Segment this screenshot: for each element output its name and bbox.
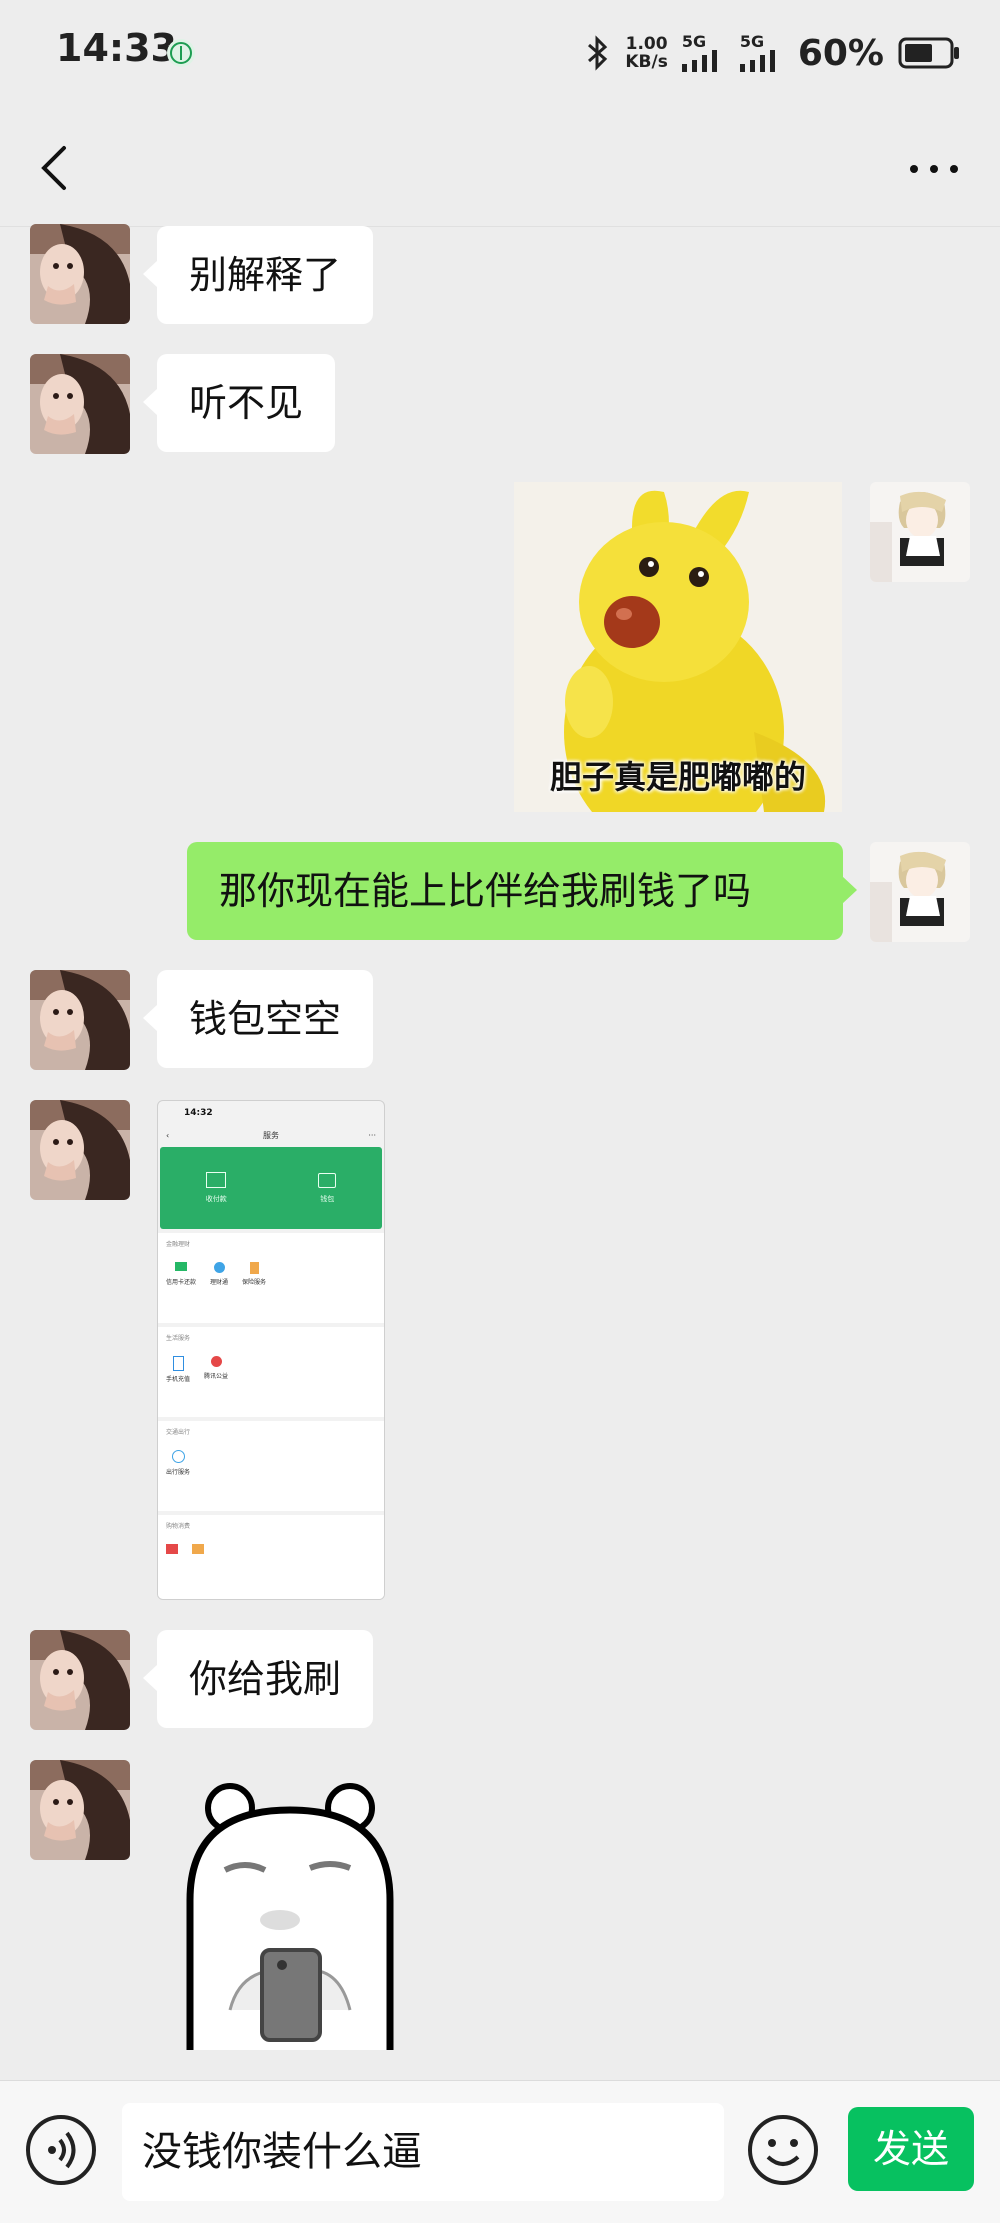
bluetooth-icon [588,35,608,71]
thumb-more-icon: ··· [368,1131,376,1140]
scan-icon [206,1172,227,1188]
chat-nav-bar [0,108,1000,227]
back-arrow-icon[interactable] [32,138,78,198]
shopping-icon [166,1544,178,1554]
battery-icon [898,37,959,69]
my-avatar[interactable] [870,842,970,942]
more-options-icon[interactable] [904,144,964,194]
thumb-green-card: 收付款 钱包 [160,1147,382,1229]
insurance-icon [249,1262,259,1274]
thumb-back-icon: ‹ [166,1131,170,1140]
card-icon [175,1262,187,1271]
contact-avatar[interactable] [30,970,130,1070]
message-bubble[interactable]: 那你现在能上比伴给我刷钱了吗 [187,842,857,940]
sticker-image[interactable]: 胆子真是肥嘟嘟的 [514,482,842,812]
contact-avatar[interactable] [30,354,130,454]
voice-icon [48,2131,76,2169]
coupon-icon [192,1544,204,1554]
thumb-wallet-item: 钱包 [318,1172,337,1204]
contact-avatar[interactable] [30,1760,130,1860]
network-speed: 1.00 KB/s [625,34,668,72]
licaitong-icon [213,1262,225,1273]
sim2-signal: 5G [739,34,784,72]
sticker-caption: 胆子真是肥嘟嘟的 [549,758,806,796]
message-left-1: 别解释了 [0,226,1000,324]
thumb-header: ‹ 服务 ··· [158,1125,384,1147]
message-input[interactable]: 没钱你装什么逼 [122,2103,724,2201]
message-bubble[interactable]: 别解释了 [142,226,374,324]
bear-sticker[interactable] [170,1760,410,2050]
message-left-sticker [0,1760,1000,2060]
sim1-signal: 5G [681,34,726,72]
status-time: 14:33 [56,26,177,70]
message-left-4: 你给我刷 [0,1630,1000,1728]
thumb-section: 金融理财 信用卡还款 理财通 保险服务 [158,1233,384,1323]
signal-bars-icon [681,50,717,72]
voice-input-button[interactable] [26,2115,96,2185]
message-left-image: 14:32 ‹ 服务 ··· 收付款 钱包 金融理财 信用卡还款 理财通 保险服… [0,1100,1000,1600]
composer-bar: 没钱你装什么逼 发送 [0,2080,1000,2223]
message-bubble[interactable]: 钱包空空 [142,970,374,1068]
battery-percent: 60% [797,32,884,74]
thumb-section: 交通出行 出行服务 [158,1421,384,1511]
status-bar: 14:33 1.00 KB/s 5G 5G 60% [0,0,1000,108]
wallet-icon [318,1172,337,1188]
message-left-3: 钱包空空 [0,970,1000,1068]
phone-icon [172,1356,184,1371]
my-avatar[interactable] [870,482,970,582]
travel-icon [171,1450,185,1463]
message-right-1: 那你现在能上比伴给我刷钱了吗 [0,842,1000,940]
message-left-2: 听不见 [0,354,1000,452]
send-button[interactable]: 发送 [848,2107,974,2191]
contact-avatar[interactable] [30,1630,130,1730]
message-right-sticker: 胆子真是肥嘟嘟的 [0,482,1000,812]
emoji-icon[interactable] [746,2113,820,2187]
contact-avatar[interactable] [30,1100,130,1200]
message-bubble[interactable]: 你给我刷 [142,1630,374,1728]
screenshot-image[interactable]: 14:32 ‹ 服务 ··· 收付款 钱包 金融理财 信用卡还款 理财通 保险服… [157,1100,385,1600]
contact-avatar[interactable] [30,224,130,324]
thumb-pay-item: 收付款 [206,1172,227,1204]
signal-bars-icon [739,50,775,72]
message-bubble[interactable]: 听不见 [142,354,336,452]
thumb-section: 生活服务 手机充值 腾讯公益 [158,1327,384,1417]
thumb-status: 14:32 [184,1108,213,1118]
app-notification-icon [167,39,195,67]
thumb-section: 购物消费 [158,1515,384,1599]
charity-icon [210,1356,222,1367]
